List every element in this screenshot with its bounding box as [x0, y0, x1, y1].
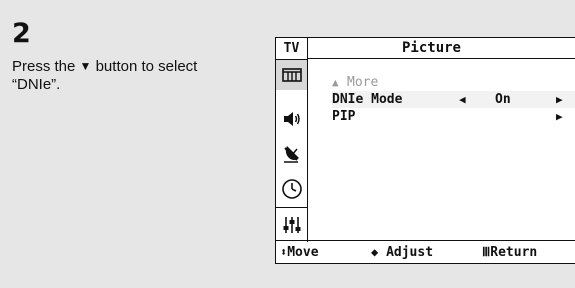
menu-item-dnie-mode[interactable]: DNIe Mode ◀ On ▶ — [332, 91, 575, 108]
menu-item-dnie-mode-label: DNIe Mode — [332, 92, 403, 107]
menu-footer: ⬍Move ◆ Adjust ⅢReturn — [276, 240, 575, 263]
right-arrow-icon[interactable]: ▶ — [556, 108, 563, 125]
step-number: 2 — [12, 18, 31, 49]
footer-move-label: Move — [287, 245, 319, 260]
footer-return-label: Return — [490, 245, 538, 260]
down-button-icon: ▼ — [79, 59, 92, 73]
menu-item-pip[interactable]: PIP ▶ — [332, 108, 575, 125]
tv-onscreen-menu: TV Picture ▲ More DNIe Mode ◀ On ▶ PIP ▶… — [275, 37, 575, 264]
menu-item-more[interactable]: ▲ More — [332, 74, 575, 91]
instruction-text: Press the ▼ button to select “DNIe”. — [12, 58, 237, 94]
footer-return: ⅢReturn — [482, 241, 537, 264]
footer-adjust: ◆ Adjust — [371, 241, 433, 264]
menu-icon-column: TV — [276, 38, 308, 242]
footer-adjust-label: Adjust — [386, 245, 434, 260]
right-arrow-icon[interactable]: ▶ — [556, 91, 563, 108]
input-icon[interactable] — [276, 208, 307, 242]
menu-item-pip-label: PIP — [332, 109, 356, 124]
tv-label: TV — [283, 41, 300, 56]
menu-item-more-label: More — [347, 75, 379, 90]
menu-title: Picture — [308, 38, 575, 59]
up-arrow-icon: ▲ — [332, 76, 339, 89]
adjust-icon: ◆ — [371, 245, 379, 259]
footer-move: ⬍Move — [280, 241, 319, 264]
left-arrow-icon[interactable]: ◀ — [459, 91, 466, 108]
picture-icon[interactable] — [276, 60, 307, 90]
sound-icon[interactable] — [276, 102, 307, 136]
instruction-text-before: Press the — [12, 58, 80, 75]
dnie-mode-value: On — [495, 92, 511, 107]
setup-icon[interactable] — [276, 172, 307, 206]
channel-icon[interactable] — [276, 137, 307, 171]
